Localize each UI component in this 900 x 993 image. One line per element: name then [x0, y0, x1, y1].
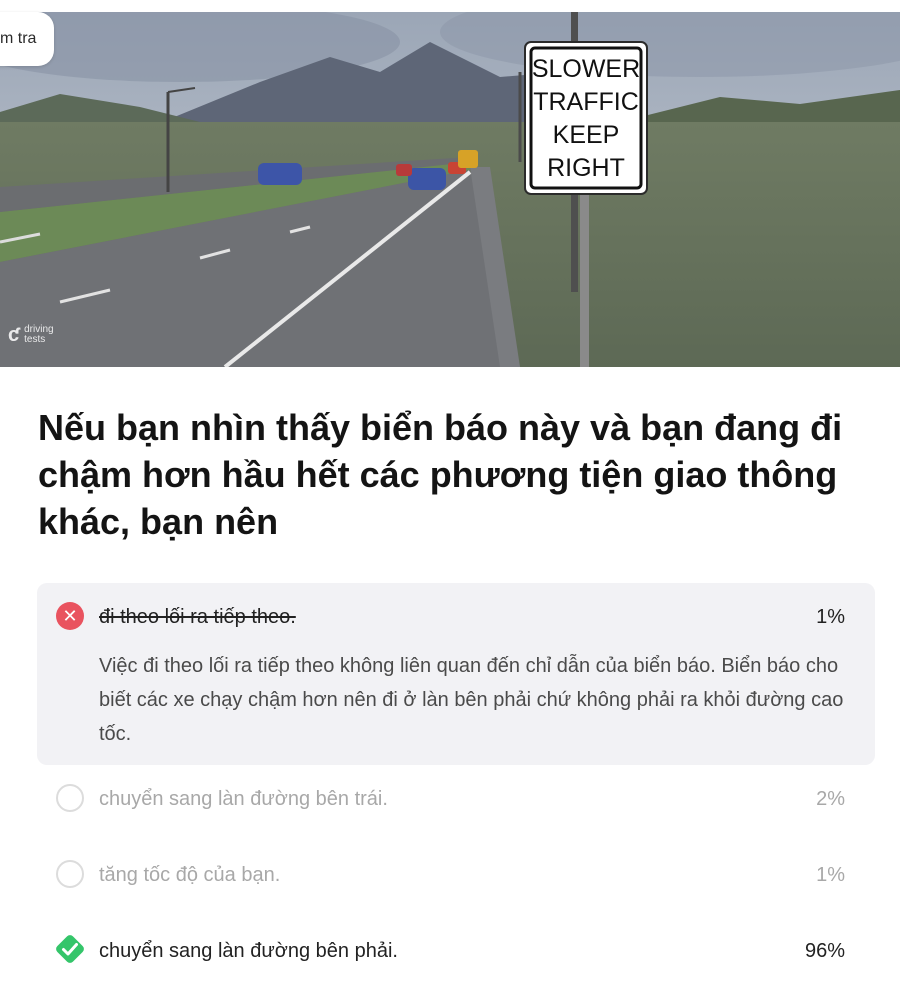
question-text: Nếu bạn nhìn thấy biển báo này và bạn đa… [38, 407, 843, 542]
answer-option[interactable]: tăng tốc độ của bạn. 1% [37, 841, 875, 917]
x-circle-icon: ✕ [56, 602, 84, 630]
answer-option[interactable]: chuyển sang làn đường bên trái. 2% [37, 765, 875, 841]
question-image: SLOWER TRAFFIC KEEP RIGHT [0, 12, 900, 367]
answer-option[interactable]: chuyển sang làn đường bên phải. 96% [37, 917, 875, 993]
answer-text: chuyển sang làn đường bên phải. [99, 940, 398, 962]
answer-percent: 1% [816, 864, 845, 886]
answer-text: tăng tốc độ của bạn. [99, 864, 281, 886]
answer-explanation: Việc đi theo lối ra tiếp theo không liên… [99, 655, 844, 745]
sign-line: SLOWER [532, 55, 640, 83]
answer-percent: 1% [816, 606, 845, 628]
answer-option[interactable]: ✕ đi theo lối ra tiếp theo. 1% Việc đi t… [37, 583, 875, 765]
brand-watermark: ƈ driving tests [8, 324, 64, 346]
radio-empty-icon [56, 860, 84, 888]
answer-list: ✕ đi theo lối ra tiếp theo. 1% Việc đi t… [37, 583, 875, 993]
brand-name: driving tests [24, 324, 54, 345]
sign-line: RIGHT [547, 154, 625, 182]
answer-text: đi theo lối ra tiếp theo. [99, 606, 296, 628]
radio-empty-icon [56, 784, 84, 812]
back-pill[interactable]: m tra [0, 12, 55, 66]
brand-logo-icon: ƈ [8, 324, 20, 346]
sign-line: TRAFFIC [533, 88, 639, 116]
answer-percent: 96% [804, 940, 845, 962]
answer-text: chuyển sang làn đường bên trái. [99, 788, 388, 810]
back-pill-label: m tra [0, 30, 37, 47]
sign-line: KEEP [553, 121, 620, 149]
answer-percent: 2% [816, 788, 845, 810]
check-diamond-icon [53, 932, 87, 966]
